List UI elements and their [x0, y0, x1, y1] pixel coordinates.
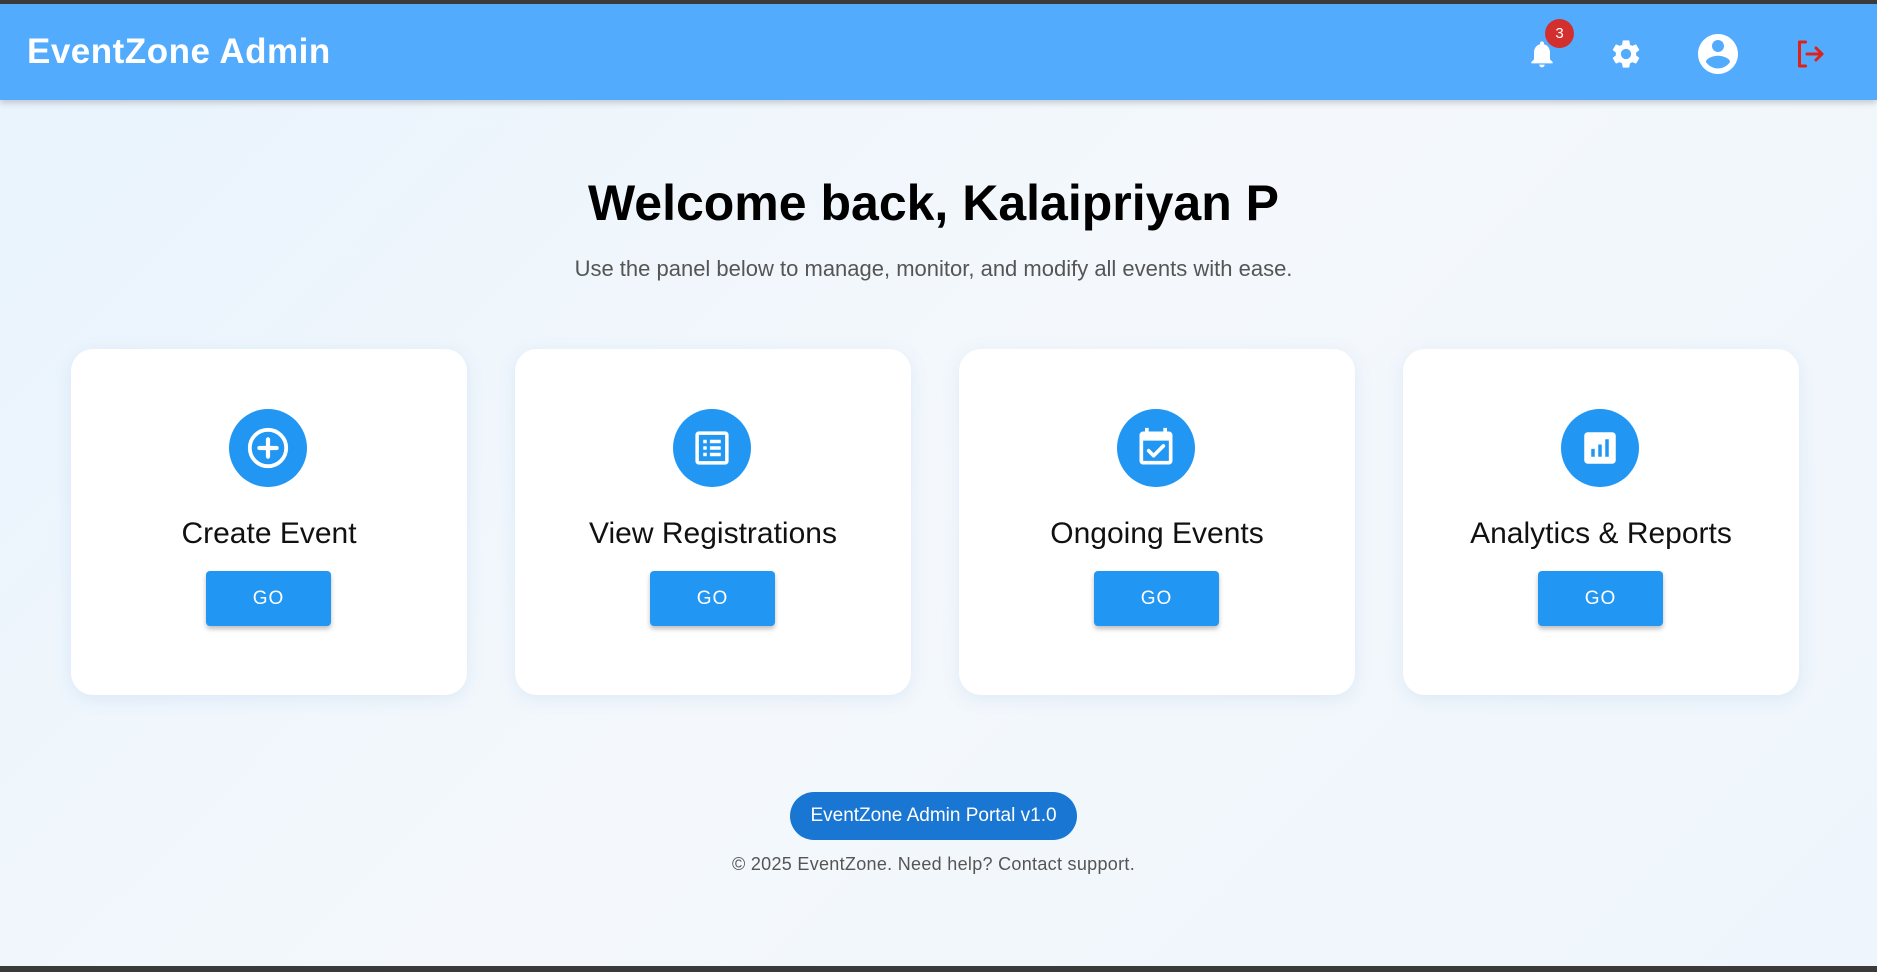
- welcome-heading: Welcome back, Kalaipriyan P: [587, 175, 1280, 231]
- card-icon-badge: [673, 409, 751, 487]
- card-create-event: Create Event GO: [71, 349, 467, 695]
- card-icon-badge: [1117, 409, 1195, 487]
- footer-copyright: © 2025 EventZone. Need help? Contact sup…: [731, 854, 1135, 874]
- card-title: Create Event: [181, 517, 357, 550]
- account-button[interactable]: [1694, 30, 1742, 78]
- logout-icon: [1798, 40, 1824, 68]
- card-view-registrations: View Registrations GO: [515, 349, 911, 695]
- bar-chart-icon: [1584, 432, 1616, 464]
- app-bar: EventZone Admin 3: [0, 4, 1877, 100]
- list-icon: [695, 431, 729, 465]
- card-analytics-reports: Analytics & Reports GO: [1403, 349, 1799, 695]
- welcome-subtitle: Use the panel below to manage, monitor, …: [574, 256, 1293, 281]
- card-ongoing-events: Ongoing Events GO: [959, 349, 1355, 695]
- account-circle-icon: [1698, 34, 1738, 74]
- logout-button[interactable]: [1788, 32, 1832, 76]
- settings-button[interactable]: [1604, 32, 1648, 76]
- app-title: EventZone Admin: [27, 32, 331, 71]
- version-badge: EventZone Admin Portal v1.0: [790, 792, 1077, 840]
- card-title: Analytics & Reports: [1470, 517, 1732, 550]
- view-registrations-go-button[interactable]: GO: [650, 571, 775, 626]
- analytics-reports-go-button[interactable]: GO: [1538, 571, 1663, 626]
- card-icon-badge: [229, 409, 307, 487]
- ongoing-events-go-button[interactable]: GO: [1094, 571, 1219, 626]
- create-event-go-button[interactable]: GO: [206, 571, 331, 626]
- page: EventZone Admin 3 Welcome back, Kalaipri…: [0, 4, 1877, 966]
- card-title: Ongoing Events: [1050, 517, 1264, 550]
- calendar-check-icon: [1139, 427, 1173, 465]
- add-circle-icon: [247, 427, 289, 469]
- notification-badge: 3: [1545, 19, 1574, 48]
- card-icon-badge: [1561, 409, 1639, 487]
- gear-icon: [1612, 40, 1640, 68]
- card-title: View Registrations: [589, 517, 837, 550]
